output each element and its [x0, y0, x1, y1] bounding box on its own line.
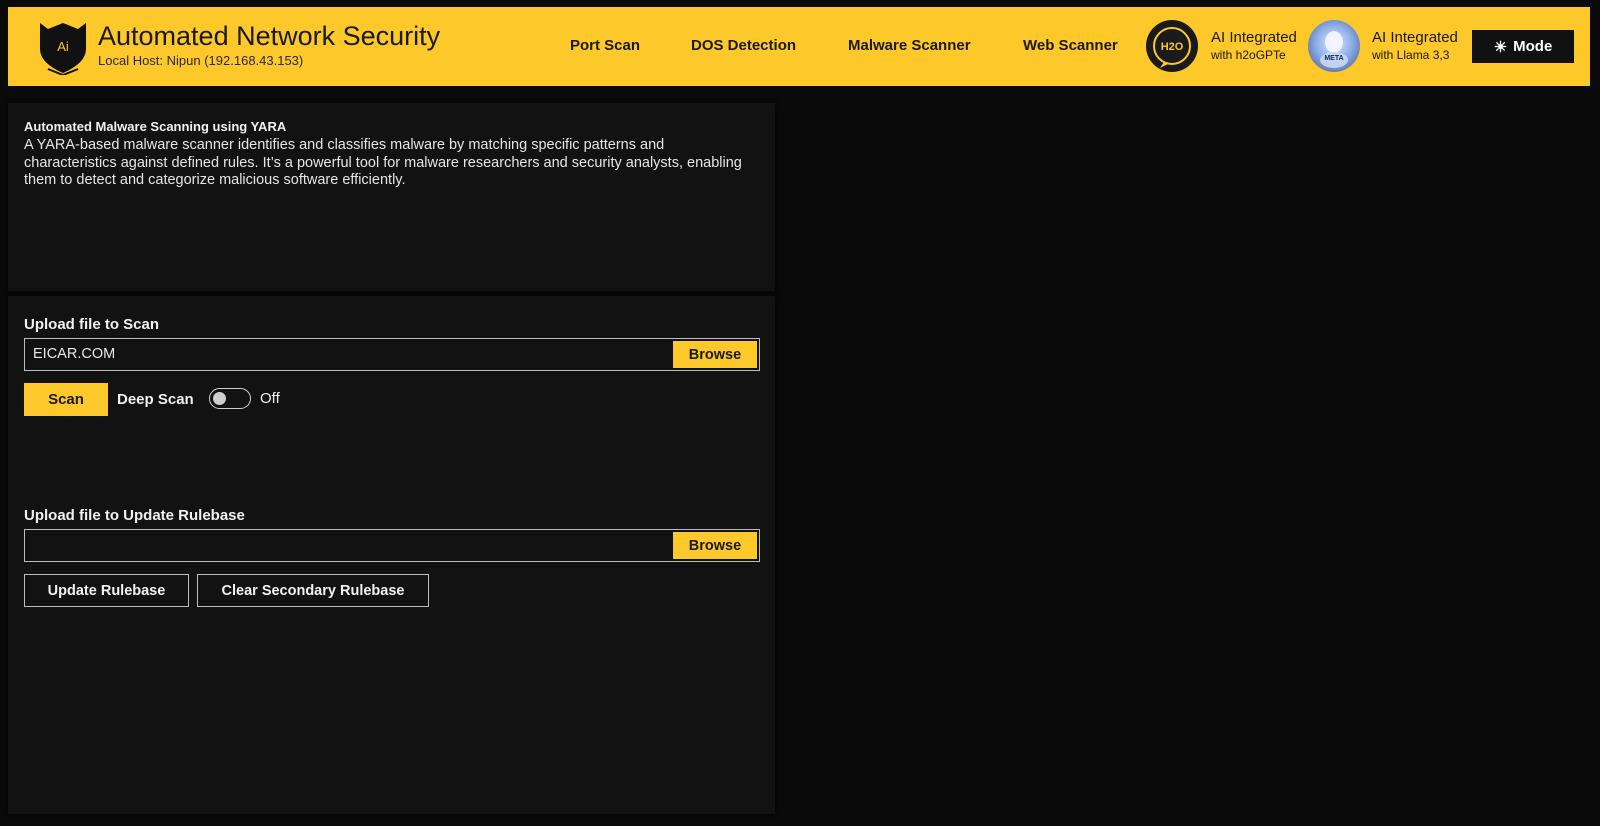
intro-description: A YARA-based malware scanner identifies …: [24, 137, 742, 188]
shield-logo-icon: Ai: [36, 19, 90, 77]
mode-label: Mode: [1513, 38, 1553, 55]
scan-file-value: EICAR.COM: [33, 346, 116, 362]
nav-web-scanner[interactable]: Web Scanner: [1023, 37, 1118, 54]
rulebase-upload-label: Upload file to Update Rulebase: [24, 507, 245, 524]
h2o-logo-icon: H2O: [1146, 20, 1198, 72]
meta-logo-text: META: [1324, 55, 1343, 62]
update-rulebase-button[interactable]: Update Rulebase: [24, 574, 189, 607]
nav-port-scan[interactable]: Port Scan: [570, 37, 640, 54]
scan-upload-label: Upload file to Scan: [24, 316, 160, 333]
ai-badge-h2o: AI Integrated with h2oGPTe: [1211, 29, 1297, 62]
mode-toggle-button[interactable]: ☀ Mode: [1472, 30, 1574, 63]
sun-icon: ☀: [1493, 38, 1508, 56]
rulebase-file-input[interactable]: Browse: [24, 529, 760, 562]
host-subtitle: Local Host: Nipun (192.168.43.153): [98, 53, 304, 68]
ai-badge-llama: AI Integrated with Llama 3,3: [1372, 29, 1458, 62]
rulebase-browse-button[interactable]: Browse: [673, 532, 757, 559]
logo-text: Ai: [57, 39, 69, 54]
intro-panel: Automated Malware Scanning using YARA A …: [8, 103, 775, 291]
scanner-panel: Upload file to Scan EICAR.COM Browse Sca…: [8, 296, 775, 814]
scan-browse-button[interactable]: Browse: [673, 341, 757, 368]
deep-scan-toggle[interactable]: [209, 388, 251, 409]
meta-llama-logo-icon: META: [1308, 20, 1360, 72]
nav-malware-scanner[interactable]: Malware Scanner: [848, 37, 971, 54]
intro-title: Automated Malware Scanning using YARA: [24, 119, 287, 134]
clear-secondary-rulebase-button[interactable]: Clear Secondary Rulebase: [197, 574, 429, 607]
top-header: Ai Automated Network Security Local Host…: [8, 7, 1590, 86]
scan-file-input[interactable]: EICAR.COM Browse: [24, 338, 760, 371]
scan-button[interactable]: Scan: [24, 383, 108, 416]
ai-badge-h2o-line2: with h2oGPTe: [1211, 48, 1286, 62]
ai-badge-llama-line1: AI Integrated: [1372, 29, 1458, 46]
deep-scan-state: Off: [260, 390, 280, 407]
ai-badge-llama-line2: with Llama 3,3: [1372, 48, 1450, 62]
ai-badge-h2o-line1: AI Integrated: [1211, 29, 1297, 46]
deep-scan-label: Deep Scan: [117, 391, 194, 408]
toggle-knob: [213, 392, 226, 405]
h2o-logo-text: H2O: [1161, 41, 1184, 53]
app-title: Automated Network Security: [98, 21, 441, 51]
nav-dos-detection[interactable]: DOS Detection: [691, 37, 796, 54]
